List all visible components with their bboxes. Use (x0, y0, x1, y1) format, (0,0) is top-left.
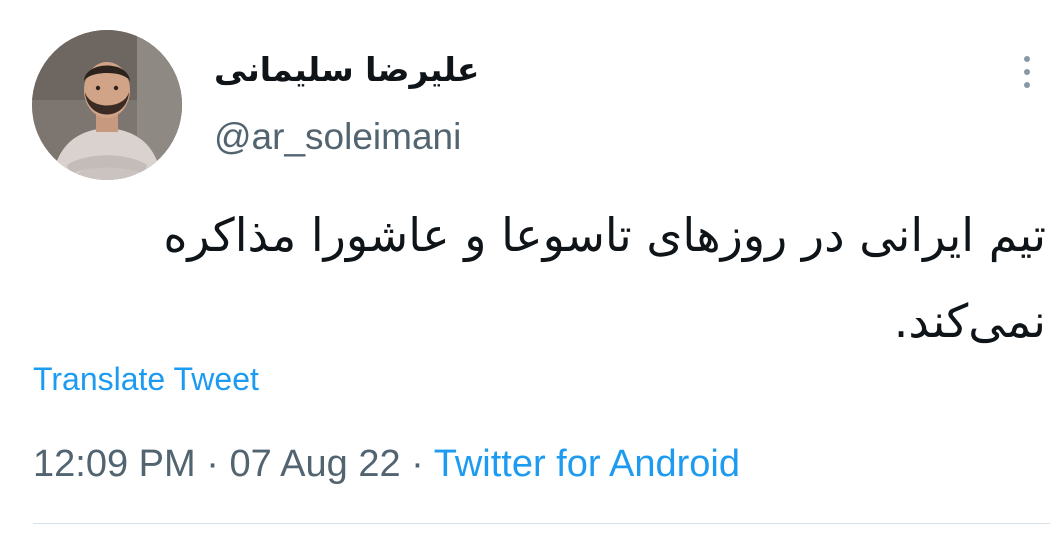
tweet-source-link[interactable]: Twitter for Android (434, 443, 740, 485)
tweet-text-line: نمی‌کند. (893, 294, 1046, 348)
tweet-metadata: 12:09 PM · 07 Aug 22 · Twitter for Andro… (33, 443, 740, 486)
author-handle[interactable]: @ar_soleimani (214, 116, 461, 158)
tweet-date[interactable]: 07 Aug 22 (229, 443, 400, 485)
meta-separator: · (400, 443, 434, 485)
avatar[interactable] (32, 30, 182, 180)
tweet-text-line: تیم ایرانی در روزهای تاسوعا و عاشورا مذا… (163, 208, 1046, 262)
translate-tweet-link[interactable]: Translate Tweet (33, 361, 259, 398)
divider (33, 523, 1050, 524)
meta-separator: · (195, 443, 230, 485)
more-vertical-icon[interactable] (1015, 52, 1039, 92)
author-display-name[interactable]: علیرضا سلیمانی (214, 50, 479, 89)
tweet-time[interactable]: 12:09 PM (33, 443, 196, 485)
tweet-text: تیم ایرانی در روزهای تاسوعا و عاشورا مذا… (46, 192, 1046, 364)
tweet-card: علیرضا سلیمانی @ar_soleimani تیم ایرانی … (0, 0, 1064, 536)
avatar-photo (32, 30, 182, 180)
